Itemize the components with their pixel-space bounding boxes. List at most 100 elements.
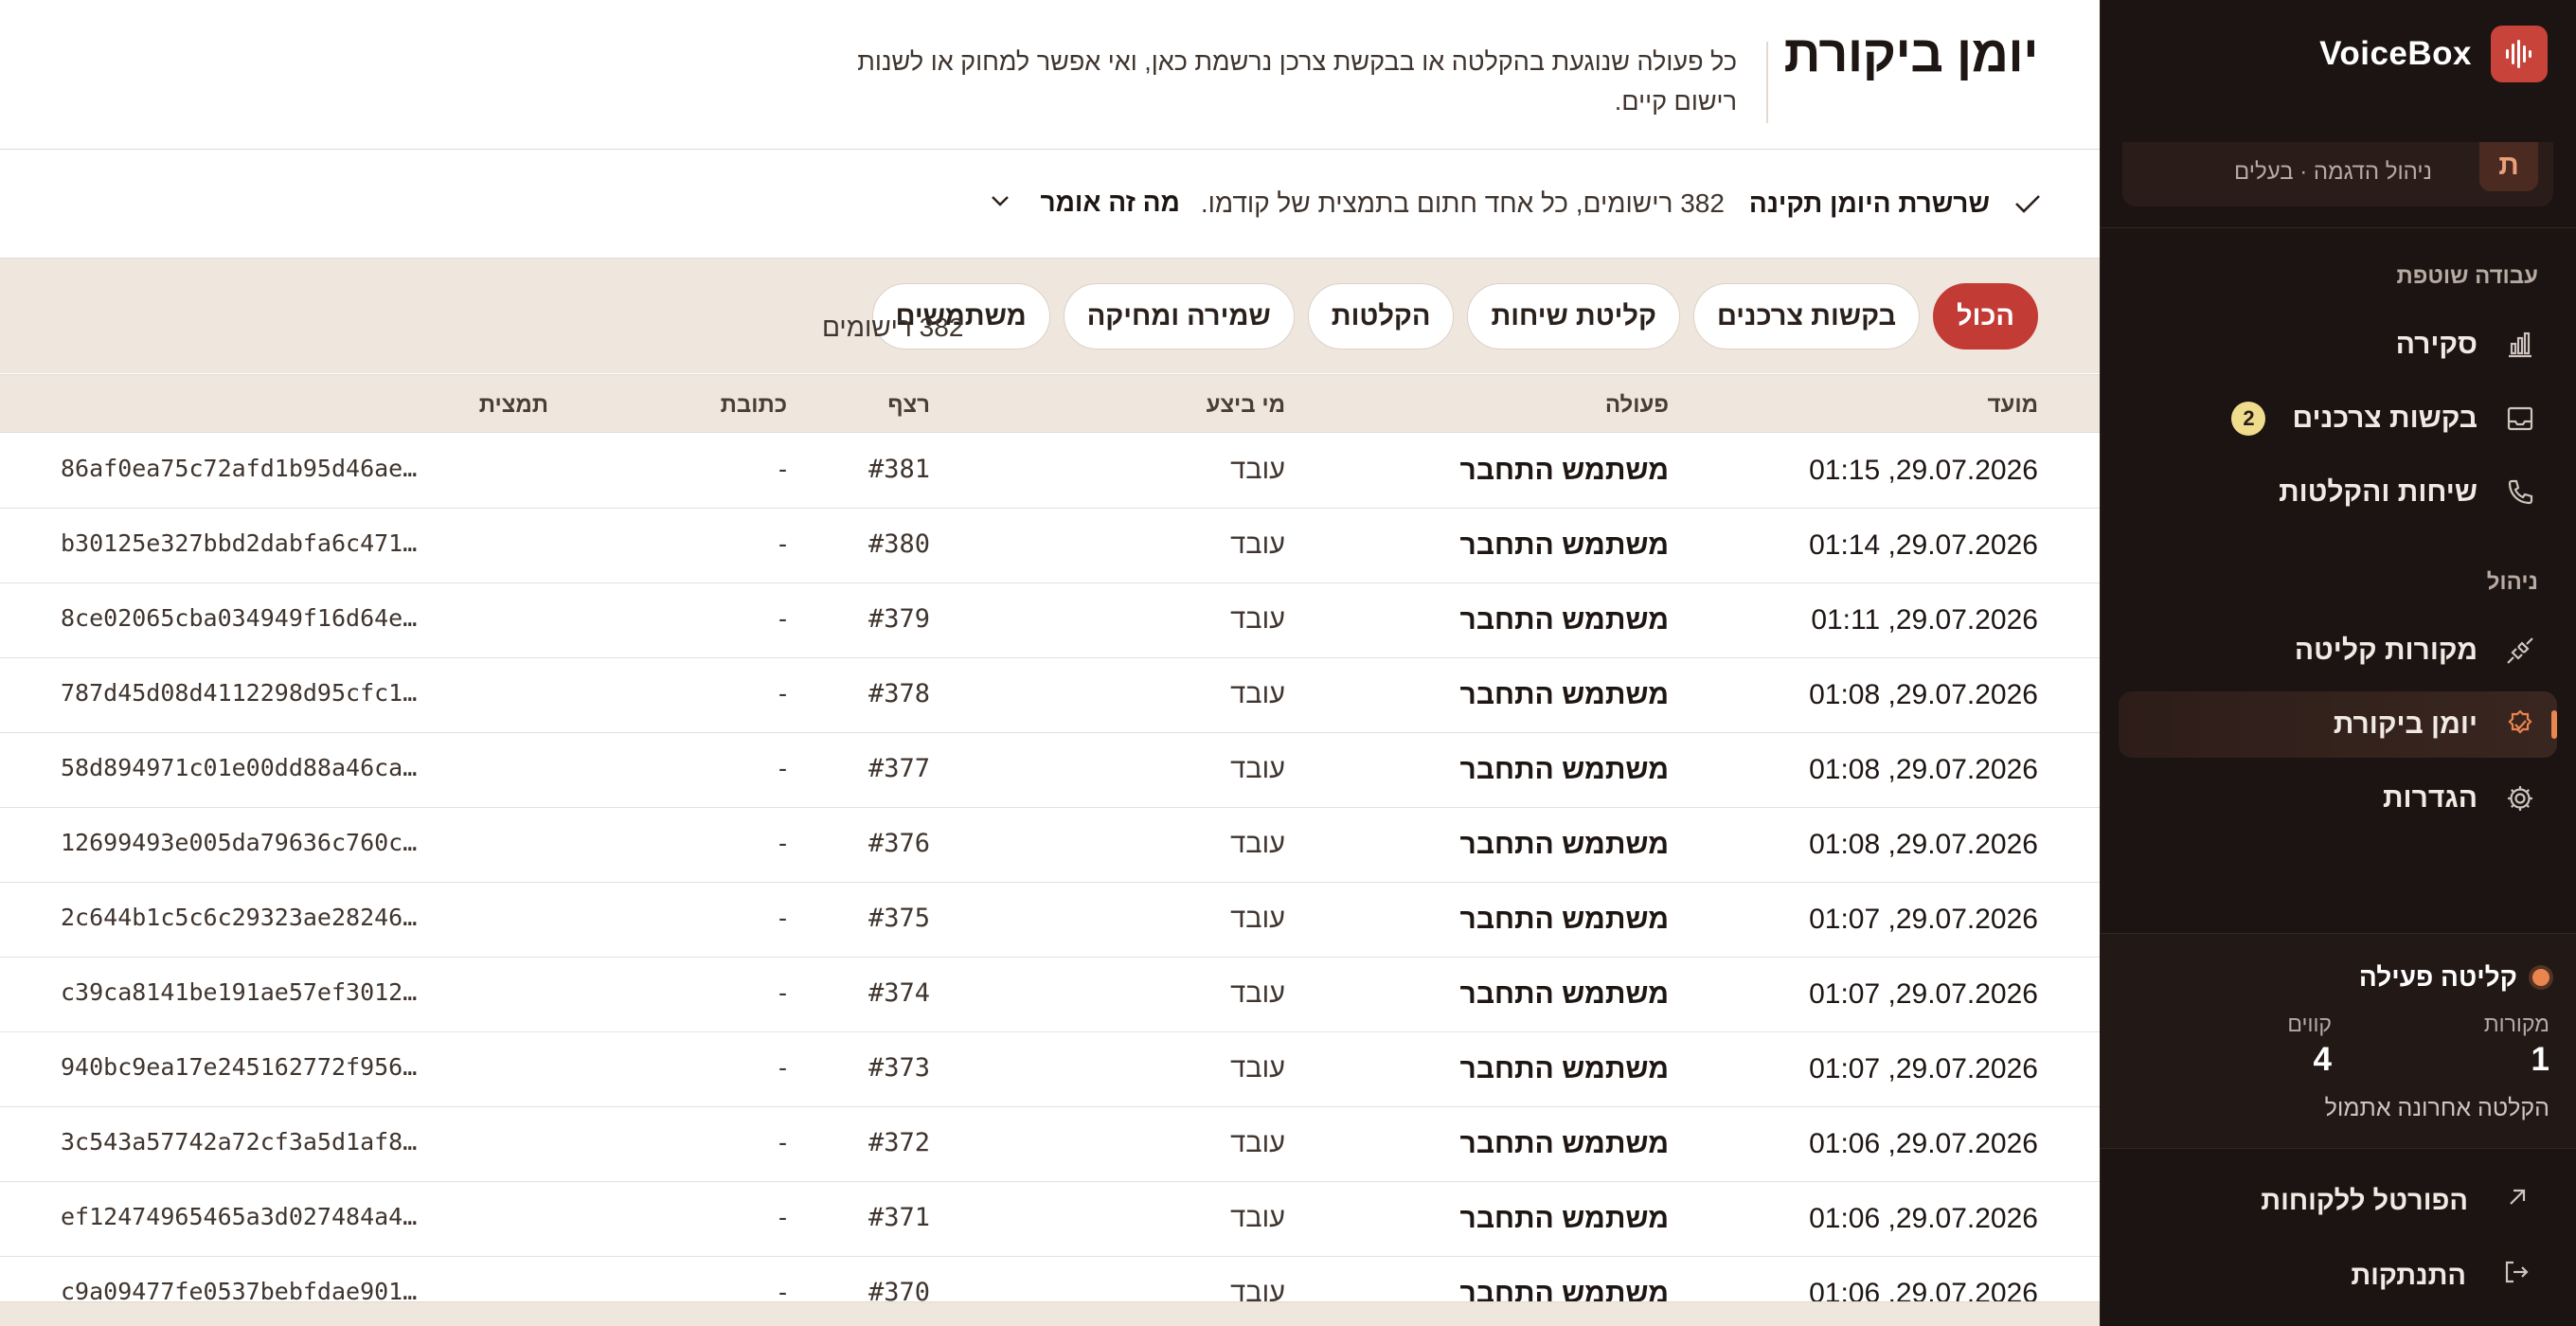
table-row[interactable]: 29.07.2026, 01:07 משתמש התחבר עובד #373 - 940… <box>0 1032 2100 1107</box>
row-date: 29.07.2026, 01:15 <box>1809 455 2038 486</box>
column-header-date[interactable]: מועד <box>1988 392 2038 419</box>
sources-value: 1 <box>2531 1041 2549 1078</box>
row-action: משתמש התחבר <box>1459 1203 1669 1234</box>
row-actor: עובד <box>1230 978 1285 1009</box>
filter-bar: הכול בקשות צרכנים קליטת שיחות הקלטות שמי… <box>0 258 2100 373</box>
table-row[interactable]: 29.07.2026, 01:08 משתמש התחבר עובד #377 - 58d… <box>0 733 2100 808</box>
table-row[interactable]: 29.07.2026, 01:08 משתמש התחבר עובד #376 - 126… <box>0 808 2100 883</box>
row-action: משתמש התחבר <box>1459 754 1669 785</box>
row-seq: #377 <box>868 754 930 783</box>
row-actor: עובד <box>1230 1203 1285 1233</box>
ingest-title: קליטה פעילה <box>2359 962 2549 993</box>
row-action: משתמש התחבר <box>1459 1128 1669 1159</box>
sidebar-item-ingest-sources[interactable]: מקורות קליטה <box>2119 618 2557 684</box>
row-address: - <box>778 529 787 558</box>
row-seq: #381 <box>868 455 930 484</box>
row-actor: עובד <box>1230 904 1285 934</box>
main-content: יומן ביקורת כל פעולה שנוגעת בהקלטה או בב… <box>0 0 2100 1326</box>
sidebar-item-consumer-requests[interactable]: בקשות צרכנים 2 <box>2119 385 2557 452</box>
row-address: - <box>778 829 787 857</box>
row-hash: 58d894971c01e00dd88a46ca… <box>61 754 418 781</box>
column-header-seq[interactable]: רצף <box>887 392 930 419</box>
logout-label: התנתקות <box>2351 1260 2466 1291</box>
logout-icon <box>2502 1258 2531 1294</box>
sidebar-item-overview[interactable]: סקירה <box>2119 312 2557 378</box>
row-address: - <box>778 1053 787 1082</box>
sidebar-item-label: סקירה <box>2395 329 2478 360</box>
bar-chart-icon <box>2504 329 2536 361</box>
count-badge: 2 <box>2231 402 2266 436</box>
table-header: מועד פעולה מי ביצע רצף כתובת תמצית <box>0 374 2100 433</box>
sources-stat: מקורות 1 <box>2484 1012 2549 1079</box>
row-hash: 2c644b1c5c6c29323ae28246… <box>61 904 418 931</box>
sidebar-item-calls[interactable]: שיחות והקלטות <box>2119 459 2557 526</box>
what-does-it-mean-toggle[interactable]: מה זה אומר <box>988 188 1180 220</box>
table-row[interactable]: 29.07.2026, 01:15 משתמש התחבר עובד #381 - 86a… <box>0 434 2100 509</box>
row-date: 29.07.2026, 01:08 <box>1809 679 2038 710</box>
row-date: 29.07.2026, 01:07 <box>1809 978 2038 1010</box>
row-date: 29.07.2026, 01:11 <box>1811 604 2038 636</box>
row-action: משתמש התחבר <box>1459 679 1669 710</box>
table-row[interactable]: 29.07.2026, 01:06 משתמש התחבר עובד #372 - 3c5… <box>0 1107 2100 1182</box>
row-seq: #376 <box>868 829 930 858</box>
page-description: כל פעולה שנוגעת בהקלטה או בבקשת צרכן נרש… <box>857 47 1737 116</box>
lines-label: קווים <box>2287 1012 2332 1036</box>
horizontal-scrollbar[interactable] <box>0 1301 2100 1326</box>
row-seq: #375 <box>868 904 930 933</box>
sidebar-item-label: הגדרות <box>2383 782 2478 814</box>
column-header-hash[interactable]: תמצית <box>479 392 548 419</box>
plug-icon <box>2504 635 2536 667</box>
sidebar-item-audit-log[interactable]: יומן ביקורת <box>2119 691 2557 758</box>
table-row[interactable]: 29.07.2026, 01:08 משתמש התחבר עובד #378 - 787… <box>0 658 2100 733</box>
row-hash: 86af0ea75c72afd1b95d46ae… <box>61 455 418 482</box>
table-row[interactable]: 29.07.2026, 01:11 משתמש התחבר עובד #379 - 8ce… <box>0 583 2100 658</box>
row-date: 29.07.2026, 01:06 <box>1809 1128 2038 1159</box>
column-header-actor[interactable]: מי ביצע <box>1207 392 1285 419</box>
sidebar-item-settings[interactable]: הגדרות <box>2119 765 2557 832</box>
row-date: 29.07.2026, 01:08 <box>1809 754 2038 785</box>
brand-name: VoiceBox <box>2319 35 2472 72</box>
table-row[interactable]: 29.07.2026, 01:07 משתמש התחבר עובד #375 - 2c6… <box>0 883 2100 958</box>
org-avatar: ת <box>2479 142 2538 191</box>
audit-table-body: 29.07.2026, 01:15 משתמש התחבר עובד #381 - 86a… <box>0 434 2100 1326</box>
row-address: - <box>778 904 787 932</box>
row-seq: #379 <box>868 604 930 634</box>
logout-button[interactable]: התנתקות <box>2351 1258 2531 1294</box>
column-header-action[interactable]: פעולה <box>1605 392 1669 419</box>
brand[interactable]: VoiceBox <box>2319 26 2548 82</box>
row-address: - <box>778 455 787 483</box>
filter-chip-retention[interactable]: שמירה ומחיקה <box>1063 283 1295 349</box>
row-hash: 940bc9ea17e245162772f956… <box>61 1053 418 1081</box>
lines-stat: קווים 4 <box>2287 1012 2332 1079</box>
customer-portal-label: הפורטל ללקוחות <box>2261 1185 2468 1216</box>
row-date: 29.07.2026, 01:07 <box>1809 904 2038 935</box>
filter-chip-all[interactable]: הכול <box>1933 283 2038 349</box>
page-title: יומן ביקורת <box>1783 26 2039 82</box>
divider <box>1766 42 1768 123</box>
inbox-icon <box>2504 403 2536 435</box>
sidebar-item-label: יומן ביקורת <box>2333 708 2478 740</box>
section-label-collab: עבודה שוטפת <box>2396 263 2538 289</box>
filter-chip-consumer-requests[interactable]: בקשות צרכנים <box>1692 283 1921 349</box>
table-row[interactable]: 29.07.2026, 01:14 משתמש התחבר עובד #380 - b30… <box>0 509 2100 583</box>
lines-value: 4 <box>2313 1041 2332 1078</box>
row-date: 29.07.2026, 01:07 <box>1809 1053 2038 1084</box>
table-row[interactable]: 29.07.2026, 01:06 משתמש התחבר עובד #371 - ef1… <box>0 1182 2100 1257</box>
row-actor: עובד <box>1230 529 1285 560</box>
row-action: משתמש התחבר <box>1459 829 1669 860</box>
filter-chip-call-ingest[interactable]: קליטת שיחות <box>1467 283 1680 349</box>
row-action: משתמש התחבר <box>1459 1053 1669 1084</box>
row-seq: #380 <box>868 529 930 559</box>
filter-chip-recordings[interactable]: הקלטות <box>1307 283 1455 349</box>
check-icon <box>2009 187 2045 221</box>
row-actor: עובד <box>1230 829 1285 859</box>
external-link-icon <box>2504 1184 2531 1218</box>
org-switcher[interactable]: ת ניהול הדגמה · בעלים <box>2122 142 2553 206</box>
row-address: - <box>778 604 787 633</box>
column-header-address[interactable]: כתובת <box>721 392 787 419</box>
row-date: 29.07.2026, 01:08 <box>1809 829 2038 860</box>
table-row[interactable]: 29.07.2026, 01:07 משתמש התחבר עובד #374 - c39… <box>0 958 2100 1032</box>
row-address: - <box>778 978 787 1007</box>
sidebar: VoiceBox ת ניהול הדגמה · בעלים עבודה שוט… <box>2100 0 2576 1326</box>
customer-portal-link[interactable]: הפורטל ללקוחות <box>2261 1184 2531 1218</box>
